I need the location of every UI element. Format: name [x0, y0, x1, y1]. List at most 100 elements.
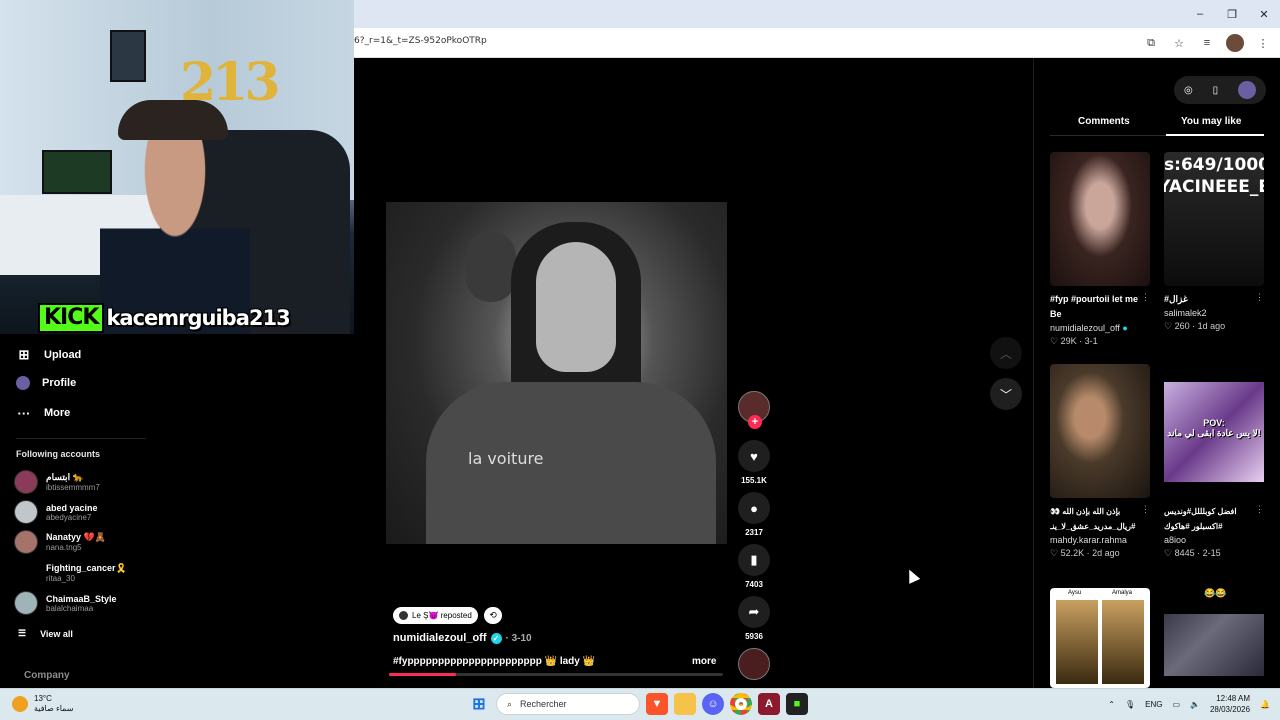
browser-menu-icon[interactable]: ⋮	[1254, 34, 1272, 52]
nav-profile[interactable]: Profile	[16, 376, 76, 390]
following-account[interactable]: abed yacine abedyacine7	[14, 500, 98, 524]
following-account[interactable]: ChaimaaB_Style balalchaimaa	[14, 591, 117, 615]
heart-icon[interactable]: ♥	[738, 440, 770, 472]
thumb-panel-left	[1056, 600, 1098, 684]
recommended-video-card[interactable]: ⋮ 👀 بإذن الله بإذن الله #ريال_مدريد_عشق_…	[1050, 364, 1152, 559]
author-name[interactable]: numidialezoul_off	[393, 632, 487, 644]
account-handle: balalchaimaa	[46, 603, 94, 613]
video-thumbnail[interactable]: Subs:649/1000 YACINEEE_E	[1164, 152, 1264, 286]
card-username[interactable]: a8ioo	[1164, 535, 1266, 545]
tab-you-may-like[interactable]: You may like	[1181, 116, 1241, 127]
video-player[interactable]: la voiture	[386, 202, 727, 544]
network-icon[interactable]: ▭	[1172, 700, 1180, 709]
install-app-icon[interactable]: ⧉	[1142, 34, 1160, 52]
following-account[interactable]: Fighting_cancer🎗️ ritaa_30	[14, 561, 127, 585]
account-name: ابتسام 🐆	[46, 472, 84, 482]
thumb-label-amalya: Amalya	[1112, 590, 1133, 596]
card-menu-icon[interactable]: ⋮	[1141, 504, 1150, 515]
thumb-label-aysu: Aysu	[1068, 590, 1082, 596]
weather-widget[interactable]: 13°C سماء صافية	[12, 694, 74, 714]
follow-plus-icon[interactable]: +	[748, 415, 762, 429]
video-author[interactable]: numidialezoul_off ✓ · 3-10	[393, 632, 532, 644]
bookmark-icon[interactable]: ▮	[738, 544, 770, 576]
recommended-video-card[interactable]: Aysu Amalya	[1050, 588, 1152, 688]
file-explorer-icon[interactable]	[674, 693, 696, 715]
tab-comments[interactable]: Comments	[1078, 116, 1130, 127]
microphone-icon[interactable]: 🎙	[1125, 700, 1135, 709]
profile-avatar-icon[interactable]	[1226, 34, 1244, 52]
repost-icon[interactable]: ⟲	[484, 607, 502, 624]
card-title: افضل كوبلللل#ونديس #اكسبلور #هاكوك	[1164, 507, 1237, 531]
profile-icon	[16, 376, 30, 390]
address-bar[interactable]: 6?_r=1&_t=ZS-952oPkoOTRp ⧉ ☆ ≡ ⋮	[354, 28, 1280, 58]
reading-list-icon[interactable]: ≡	[1198, 34, 1216, 52]
video-thumbnail[interactable]	[1050, 364, 1150, 498]
card-user[interactable]: numidialezoul_off ●	[1050, 323, 1152, 333]
clock[interactable]: 12:48 AM 28/03/2026	[1210, 693, 1250, 715]
chevron-up-icon[interactable]: ⌃	[1108, 700, 1115, 709]
card-username[interactable]: mahdy.karar.rahma	[1050, 535, 1152, 545]
panel-avatar[interactable]	[1238, 81, 1257, 99]
volume-icon[interactable]: 🔈	[1190, 700, 1200, 709]
save-action[interactable]: ▮ 7403	[737, 544, 771, 589]
more-button[interactable]: more	[692, 656, 716, 667]
nav-upload[interactable]: ⊞ Upload	[16, 347, 82, 363]
comment-icon[interactable]: ●	[738, 492, 770, 524]
following-account[interactable]: Nanatyy 💔🧸 nana.tng5	[14, 530, 106, 554]
video-thumbnail[interactable]: Aysu Amalya	[1050, 588, 1150, 688]
recommended-video-card[interactable]: 😂😂	[1164, 588, 1266, 688]
windows-start-icon[interactable]: ⊞	[468, 693, 490, 715]
url-text[interactable]: 6?_r=1&_t=ZS-952oPkoOTRp	[354, 36, 487, 46]
account-name: ChaimaaB_Style	[46, 593, 117, 604]
left-sidebar: ⊞ Upload Profile ··· More Following acco…	[0, 334, 354, 688]
chevron-up-icon: ︿	[999, 346, 1012, 361]
taskbar-apps: ⊞ ⌕ Rechercher ▼ ☺ A ■	[468, 693, 808, 715]
card-likes: 260	[1174, 321, 1190, 331]
recommended-video-card[interactable]: ⋮ #fyp #pourtoii let me Be numidialezoul…	[1050, 152, 1152, 347]
nav-more[interactable]: ··· More	[16, 405, 71, 421]
card-menu-icon[interactable]: ⋮	[1255, 292, 1264, 303]
brave-icon[interactable]: ▼	[646, 693, 668, 715]
card-menu-icon[interactable]: ⋮	[1141, 292, 1150, 303]
card-menu-icon[interactable]: ⋮	[1255, 504, 1264, 515]
company-link[interactable]: Company	[24, 670, 70, 681]
recommended-video-card[interactable]: POV: لا يس عادة ابقى لي ماند! ⋮ افضل كوب…	[1164, 364, 1266, 559]
language-indicator[interactable]: ENG	[1145, 700, 1162, 709]
clock-time: 12:48 AM	[1216, 694, 1251, 703]
bookmark-star-icon[interactable]: ☆	[1170, 34, 1188, 52]
share-action[interactable]: ➦ 5936	[737, 596, 771, 641]
video-thumbnail[interactable]: 😂😂	[1164, 588, 1264, 688]
like-action[interactable]: ♥ 155.1K	[737, 440, 771, 485]
recommended-video-card[interactable]: Subs:649/1000 YACINEEE_E ⋮ #غزال salimal…	[1164, 152, 1266, 332]
discord-icon[interactable]: ☺	[702, 693, 724, 715]
kick-app-icon[interactable]: ■	[786, 693, 808, 715]
repost-badge[interactable]: Le Ş😈 reposted	[393, 607, 478, 624]
phone-icon[interactable]: ▯	[1213, 85, 1219, 96]
view-all-link[interactable]: ☰ View all	[18, 628, 73, 639]
comment-action[interactable]: ● 2317	[737, 492, 771, 537]
video-subject-face	[536, 242, 616, 372]
notification-icon[interactable]: 🔔	[1260, 700, 1270, 709]
minimize-button[interactable]: –	[1184, 0, 1216, 28]
chrome-icon[interactable]	[730, 693, 752, 715]
taskbar-search[interactable]: ⌕ Rechercher	[496, 693, 640, 715]
maximize-button[interactable]: ❐	[1216, 0, 1248, 28]
next-video-button[interactable]: ﹀	[990, 378, 1022, 410]
previous-video-button[interactable]: ︿	[990, 337, 1022, 369]
video-progress-bar[interactable]	[389, 673, 723, 676]
close-button[interactable]: ✕	[1248, 0, 1280, 28]
video-thumbnail[interactable]	[1050, 152, 1150, 286]
card-username[interactable]: salimalek2	[1164, 308, 1266, 318]
share-icon[interactable]: ➦	[738, 596, 770, 628]
account-handle: ibtissemmmm7	[46, 483, 100, 492]
verified-icon: ✓	[490, 632, 502, 644]
compass-icon[interactable]: ◎	[1184, 85, 1193, 96]
affinity-icon[interactable]: A	[758, 693, 780, 715]
video-thumbnail[interactable]: POV: لا يس عادة ابقى لي ماند!	[1164, 364, 1264, 498]
repost-label: Le Ş😈 reposted	[412, 611, 472, 620]
creator-avatar-button[interactable]: +	[737, 391, 771, 429]
following-account[interactable]: ابتسام 🐆 ibtissemmmm7	[14, 470, 100, 494]
music-disc-button[interactable]	[737, 648, 771, 680]
card-stats: ♡ 8445 · 2-15	[1164, 548, 1221, 558]
weather-moon-icon	[12, 696, 28, 712]
